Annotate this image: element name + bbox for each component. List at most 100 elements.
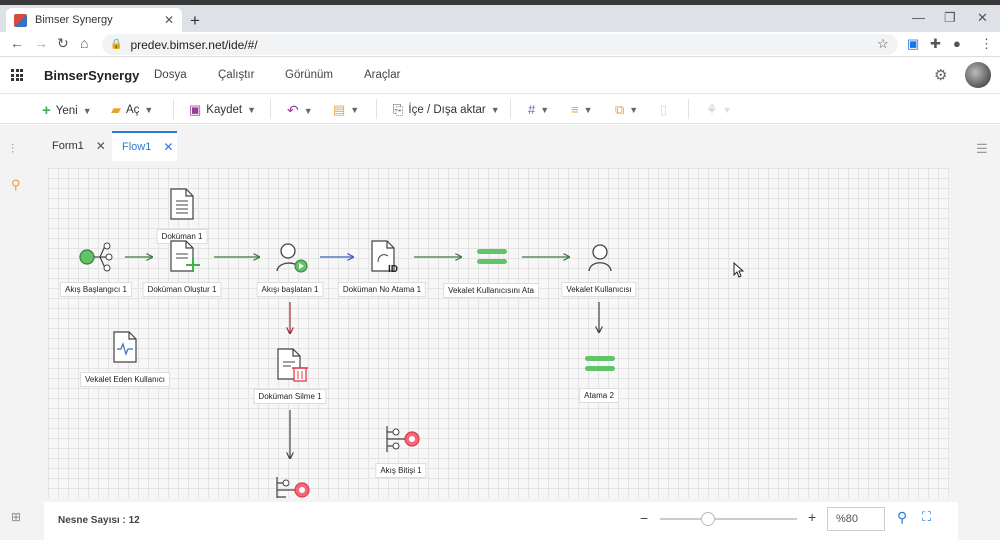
reload-icon[interactable]: ↻ — [57, 35, 69, 52]
app-launcher-icon[interactable] — [11, 69, 23, 81]
tab-flow1[interactable]: Flow1 ✕ — [112, 131, 177, 161]
clipboard-icon: ▤ — [333, 102, 346, 117]
lock-icon: 🔒 — [110, 39, 123, 50]
flow-end-icon[interactable] — [384, 424, 420, 454]
menu-araclar[interactable]: Araçlar — [364, 69, 400, 81]
address-bar-row: ← → ↻ ⌂ 🔒 predev.bimser.net/ide/#/ ☆ ▣ ✚… — [0, 32, 1000, 57]
hierarchy-button[interactable]: ⚘ ▼ — [706, 102, 732, 118]
zoom-level-input[interactable]: %80 — [827, 507, 885, 531]
open-button[interactable]: ▰ Aç ▼ — [111, 102, 153, 118]
user-avatar[interactable] — [965, 62, 991, 88]
close-icon[interactable]: ✕ — [163, 140, 173, 154]
minimize-window-icon[interactable]: — — [912, 10, 925, 25]
import-export-label: İçe / Dışa aktar — [408, 104, 486, 116]
chevron-down-icon: ▼ — [82, 105, 92, 116]
tab-form1-label: Form1 — [52, 140, 84, 152]
new-tab-button[interactable]: + — [190, 11, 200, 31]
user-icon[interactable] — [587, 243, 613, 273]
close-tab-icon[interactable]: ✕ — [164, 13, 174, 27]
app-header: BimserSynergy Dosya Çalıştır Görünüm Ara… — [0, 57, 1000, 94]
chevron-down-icon: ▼ — [303, 105, 313, 116]
url-text: predev.bimser.net/ide/#/ — [130, 37, 258, 52]
profile-icon[interactable]: ● — [953, 36, 961, 51]
grid-icon: # — [528, 102, 536, 117]
save-button[interactable]: ▣ Kaydet ▼ — [189, 102, 256, 118]
document-number-icon[interactable]: ID — [370, 240, 404, 274]
menu-calistir[interactable]: Çalıştır — [218, 69, 254, 81]
flow-canvas[interactable]: Doküman 1 Akış Başlangıcı 1 Doküman Oluş… — [48, 168, 950, 498]
tab-form1[interactable]: Form1 ✕ — [42, 131, 110, 161]
translate-icon[interactable]: ▣ — [907, 36, 919, 52]
zoom-search-icon[interactable]: ⚲ — [897, 509, 907, 526]
node-label[interactable]: Vekalet Kullanıcısı — [561, 282, 637, 297]
node-label[interactable]: Atama 2 — [579, 388, 619, 403]
close-icon[interactable]: ✕ — [96, 139, 106, 153]
zoom-in-button[interactable]: + — [808, 509, 816, 525]
zoom-slider[interactable] — [660, 518, 797, 520]
chevron-down-icon: ▼ — [247, 105, 257, 115]
browser-menu-icon[interactable]: ⋮ — [980, 36, 993, 52]
browser-tab[interactable]: Bimser Synergy ✕ — [6, 8, 182, 32]
url-field[interactable]: 🔒 predev.bimser.net/ide/#/ — [102, 34, 898, 55]
open-button-label: Aç — [126, 104, 140, 116]
node-label[interactable]: Akış Başlangıcı 1 — [60, 282, 132, 297]
node-label[interactable]: Doküman Silme 1 — [253, 389, 327, 404]
properties-icon[interactable]: ⫶ — [11, 141, 14, 157]
fit-to-screen-icon[interactable]: ⛶ — [922, 509, 931, 525]
close-window-icon[interactable]: ✕ — [977, 10, 988, 26]
chevron-down-icon: ▼ — [350, 105, 360, 115]
flow-start-icon[interactable] — [78, 241, 114, 273]
svg-text:ID: ID — [388, 264, 398, 274]
node-label[interactable]: Akışı başlatan 1 — [256, 282, 324, 297]
home-icon[interactable]: ⌂ — [80, 35, 88, 51]
align-icon: ≡ — [571, 102, 579, 117]
plus-icon: + — [42, 102, 51, 119]
undo-button[interactable]: ↶ ▼ — [287, 102, 313, 119]
node-label[interactable]: Doküman Oluştur 1 — [142, 282, 222, 297]
menu-gorunum[interactable]: Görünüm — [285, 69, 333, 81]
browser-tab-title: Bimser Synergy — [35, 14, 113, 26]
new-button-label: Yeni — [55, 104, 78, 117]
zoom-out-button[interactable]: − — [640, 510, 648, 526]
star-icon[interactable]: ☆ — [877, 36, 889, 52]
tab-flow1-label: Flow1 — [122, 141, 152, 153]
flow-tree-icon[interactable]: ⊞ — [11, 510, 21, 524]
restore-window-icon[interactable]: ❐ — [944, 10, 956, 26]
layers-icon[interactable]: ☰ — [976, 141, 988, 157]
toolbar-divider — [173, 99, 174, 119]
extensions-icon[interactable]: ✚ — [930, 36, 941, 52]
chevron-down-icon: ▼ — [629, 105, 639, 115]
document-user-icon[interactable] — [112, 331, 138, 363]
document-delete-icon[interactable] — [276, 348, 310, 382]
assignment-icon[interactable] — [584, 355, 616, 373]
arrange-button[interactable]: ⧉ ▼ — [615, 102, 638, 118]
search-tools-icon[interactable]: ⚲ — [11, 177, 21, 193]
menu-dosya[interactable]: Dosya — [154, 69, 187, 81]
node-label[interactable]: Doküman No Atama 1 — [337, 282, 427, 297]
brand-name: BimserSynergy — [44, 68, 140, 83]
arrange-icon: ⧉ — [615, 102, 625, 117]
browser-tab-strip: Bimser Synergy ✕ + — ❐ ✕ — [0, 0, 1000, 32]
node-label[interactable]: Vekalet Eden Kullanıcı — [79, 372, 171, 387]
new-button[interactable]: + Yeni ▼ — [42, 102, 92, 119]
chevron-down-icon: ▼ — [722, 105, 732, 115]
toolbar-divider — [376, 99, 377, 119]
lock-icon: ▯ — [660, 102, 668, 117]
back-icon[interactable]: ← — [10, 35, 24, 51]
toolbar: + Yeni ▼ ▰ Aç ▼ ▣ Kaydet ▼ ↶ ▼ ▤ ▼ ⎘ İçe… — [0, 94, 1000, 124]
forward-icon[interactable]: → — [34, 35, 48, 51]
document-icon[interactable] — [169, 188, 195, 220]
paste-button[interactable]: ▤ ▼ — [333, 102, 359, 118]
settings-gear-icon[interactable]: ⚙ — [934, 66, 947, 84]
grid-button[interactable]: # ▼ — [528, 102, 549, 117]
node-label[interactable]: Akış Bitişi 1 — [375, 463, 427, 478]
flow-starter-user-icon[interactable] — [276, 242, 310, 274]
align-button[interactable]: ≡ ▼ — [571, 102, 593, 117]
document-create-icon[interactable] — [169, 240, 201, 274]
lock-button[interactable]: ▯ — [660, 102, 667, 118]
flow-end-icon[interactable] — [274, 475, 310, 498]
node-label[interactable]: Vekalet Kullanıcısını Ata — [443, 283, 539, 298]
assignment-icon[interactable] — [476, 248, 508, 266]
import-export-button[interactable]: ⎘ İçe / Dışa aktar ▼ — [393, 102, 500, 118]
zoom-slider-handle[interactable] — [701, 512, 715, 526]
